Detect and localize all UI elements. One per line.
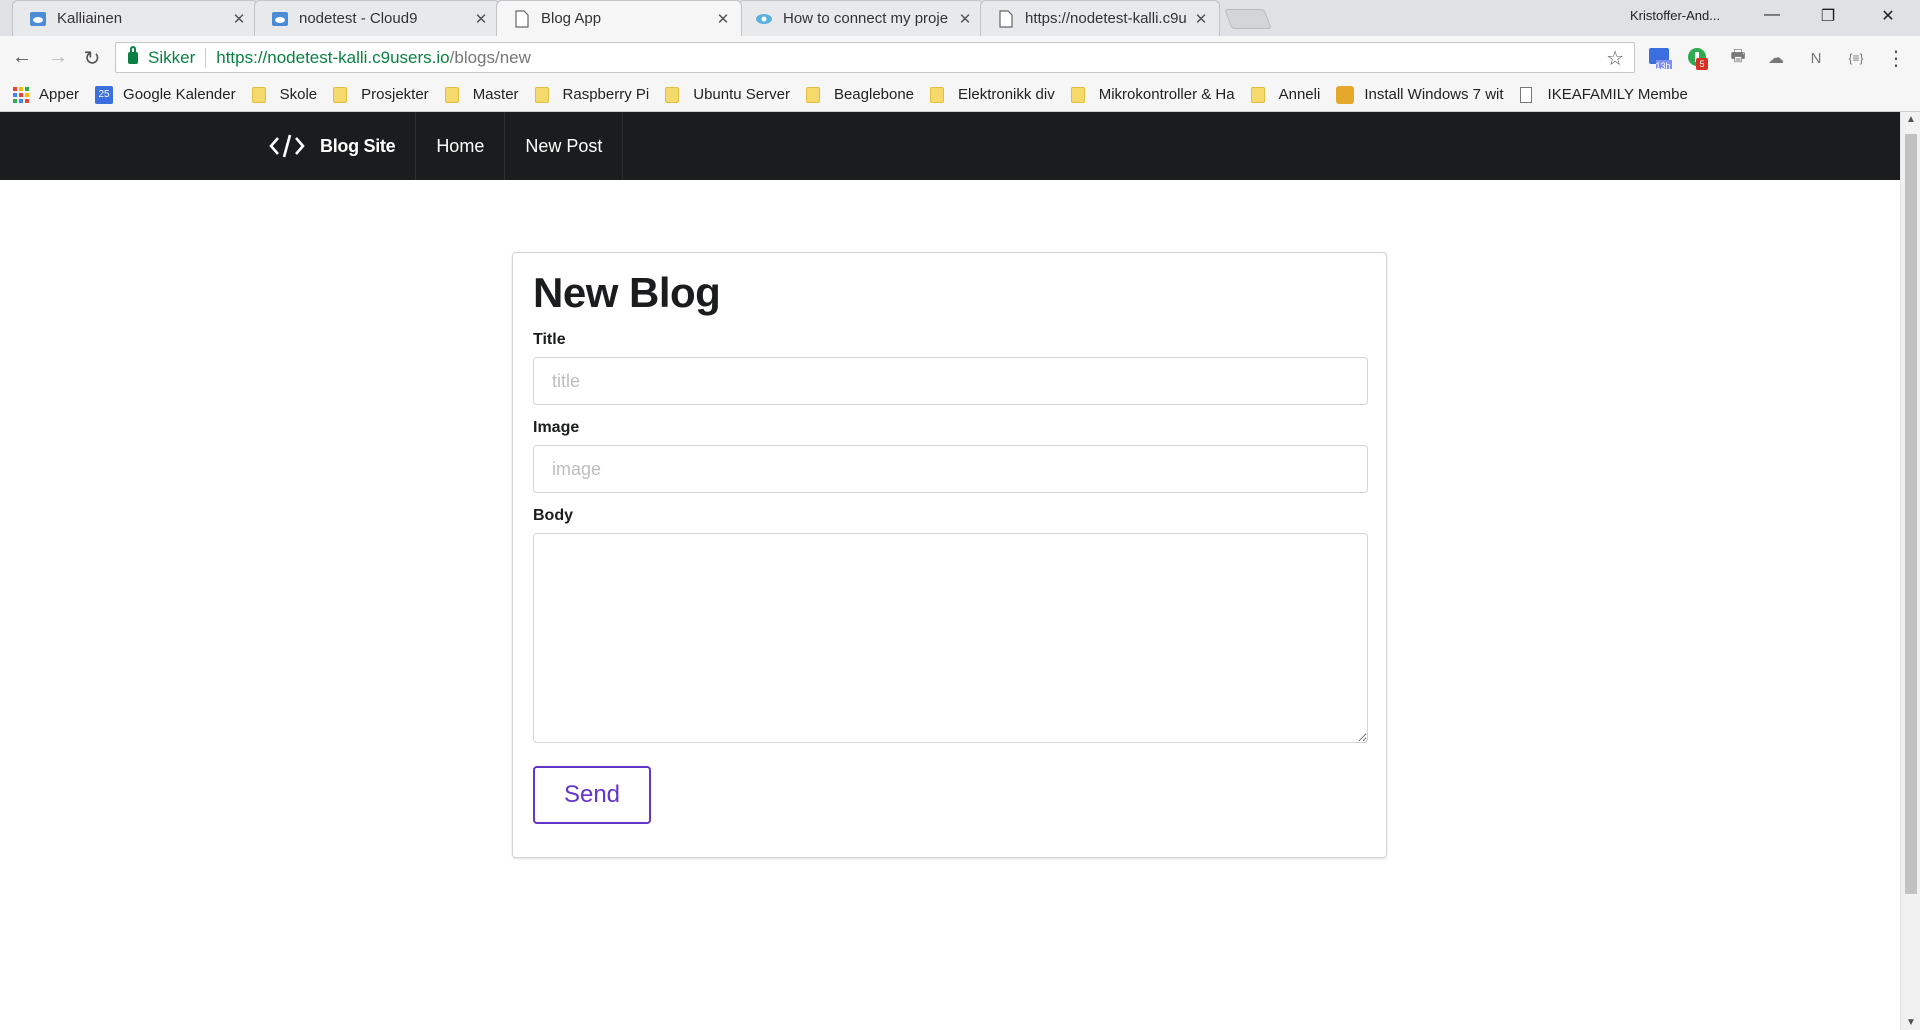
browser-toolbar: ← → ↻ Sikker https://nodetest-kalli.c9us…: [0, 36, 1920, 78]
page-icon: [997, 9, 1015, 28]
minimize-icon[interactable]: —: [1752, 6, 1792, 24]
page-viewport: Blog Site Home New Post New Blog Title I…: [0, 112, 1900, 1030]
title-input[interactable]: [533, 357, 1368, 405]
folder-icon: [444, 86, 459, 103]
tab-cloud9[interactable]: nodetest - Cloud9 ✕: [254, 0, 500, 36]
bookmark-folder[interactable]: Prosjekter: [333, 86, 429, 103]
restore-icon[interactable]: ❐: [1808, 6, 1848, 26]
close-icon[interactable]: ✕: [715, 10, 731, 28]
nav-new-post[interactable]: New Post: [505, 112, 624, 180]
tab-nodetest-url[interactable]: https://nodetest-kalli.c9u ✕: [980, 0, 1220, 36]
folder-icon: [333, 86, 348, 103]
site-navbar: Blog Site Home New Post: [0, 112, 1900, 180]
bookmark-folder[interactable]: Raspberry Pi: [534, 86, 649, 103]
close-icon[interactable]: ✕: [957, 10, 973, 28]
new-blog-form: New Blog Title Image Body Send: [512, 252, 1387, 858]
bookmark-apps[interactable]: Apper: [13, 86, 79, 103]
tab-title: Kalliainen: [57, 10, 123, 27]
back-icon[interactable]: ←: [10, 46, 34, 69]
tab-how-to-connect[interactable]: How to connect my proje ✕: [738, 0, 984, 36]
bookmark-folder[interactable]: Ubuntu Server: [665, 86, 790, 103]
json-icon[interactable]: {≡}: [1844, 46, 1868, 70]
forward-icon[interactable]: →: [46, 46, 70, 69]
send-button[interactable]: Send: [533, 766, 651, 824]
secure-label: Sikker: [148, 47, 196, 67]
url-path: /blogs/new: [449, 47, 531, 67]
page-title: New Blog: [533, 269, 721, 316]
nav-home[interactable]: Home: [416, 112, 506, 180]
folder-icon: [930, 86, 945, 103]
bookmark-folder[interactable]: Beaglebone: [805, 86, 914, 103]
body-label: Body: [533, 507, 573, 524]
windows-icon: [1336, 85, 1355, 104]
bookmarks-bar: Apper 25 Google Kalender Skole Prosjekte…: [0, 78, 1920, 112]
image-label: Image: [533, 419, 580, 436]
profile-name[interactable]: Kristoffer-And...: [1630, 8, 1720, 23]
tab-kalliainen[interactable]: Kalliainen ✕: [12, 0, 258, 36]
page-scrollbar[interactable]: ▲ ▼: [1900, 112, 1920, 1030]
bookmark-star-icon[interactable]: ☆: [1606, 46, 1624, 71]
close-icon[interactable]: ✕: [1193, 10, 1209, 28]
lock-icon: [128, 45, 138, 64]
tab-title: Blog App: [541, 10, 602, 27]
bookmark-ikeafamily[interactable]: IKEAFAMILY Member: [1519, 86, 1688, 103]
body-textarea[interactable]: [533, 533, 1368, 743]
extension-badge: 13h: [1655, 61, 1671, 71]
menu-dots-icon[interactable]: ⋮: [1884, 46, 1908, 70]
reload-icon[interactable]: ↻: [80, 46, 104, 71]
url-host: https://nodetest-kalli.c9users.io: [216, 47, 450, 67]
brand-name: Blog Site: [320, 135, 396, 156]
scroll-down-icon[interactable]: ▼: [1901, 1017, 1920, 1028]
brand-link[interactable]: Blog Site: [268, 112, 417, 180]
folder-icon: [251, 86, 266, 103]
code-icon: [268, 132, 306, 160]
apps-grid-icon: [13, 86, 29, 103]
eye-icon: [755, 10, 773, 28]
tab-title: https://nodetest-kalli.c9u: [1025, 10, 1187, 27]
bookmark-folder[interactable]: Master: [444, 86, 519, 103]
extension-badge: 5: [1696, 58, 1708, 70]
printer-icon[interactable]: 🖶: [1726, 46, 1750, 70]
folder-icon: [1070, 86, 1085, 103]
bookmark-install-windows[interactable]: Install Windows 7 wit: [1336, 85, 1504, 104]
cloud9-icon: [271, 10, 289, 28]
close-window-icon[interactable]: ✕: [1868, 6, 1908, 26]
folder-icon: [805, 86, 820, 103]
cloud9-icon: [29, 10, 47, 28]
notion-icon[interactable]: N: [1804, 46, 1828, 70]
scroll-thumb[interactable]: [1905, 134, 1917, 894]
tab-title: How to connect my proje: [783, 10, 949, 27]
close-icon[interactable]: ✕: [473, 10, 489, 28]
browser-tab-strip: Kalliainen ✕ nodetest - Cloud9 ✕ Blog Ap…: [0, 0, 1920, 36]
page-icon: [513, 9, 531, 28]
calendar-icon: 25: [95, 85, 114, 104]
scroll-up-icon[interactable]: ▲: [1901, 114, 1920, 125]
address-bar[interactable]: Sikker https://nodetest-kalli.c9users.io…: [115, 42, 1635, 73]
folder-icon: [665, 86, 680, 103]
folder-icon: [534, 86, 549, 103]
bookmark-folder[interactable]: Elektronikk div: [930, 86, 1055, 103]
close-icon[interactable]: ✕: [231, 10, 247, 28]
bookmark-folder[interactable]: Skole: [251, 86, 317, 103]
bookmark-google-calendar[interactable]: 25 Google Kalender: [95, 85, 236, 104]
new-tab-button[interactable]: [1224, 9, 1272, 29]
tab-blog-app[interactable]: Blog App ✕: [496, 0, 742, 36]
page-icon: [1519, 86, 1532, 103]
bookmark-folder[interactable]: Mikrokontroller & Ha: [1070, 86, 1235, 103]
cloud-icon[interactable]: ☁: [1764, 46, 1788, 70]
folder-icon: [1250, 86, 1265, 103]
title-label: Title: [533, 331, 566, 348]
tab-title: nodetest - Cloud9: [299, 10, 418, 27]
bookmark-folder[interactable]: Anneli: [1250, 86, 1320, 103]
image-input[interactable]: [533, 445, 1368, 493]
